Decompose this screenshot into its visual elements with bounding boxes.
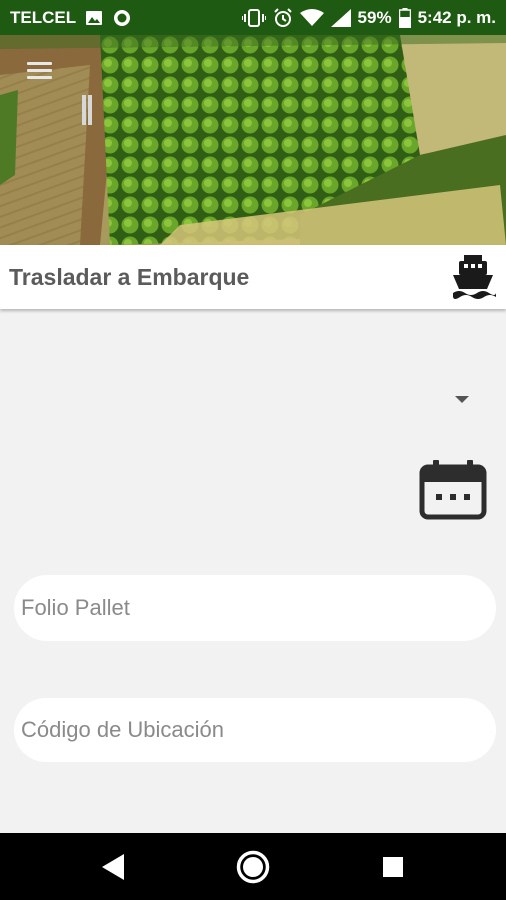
recents-icon[interactable] [353, 833, 433, 900]
battery-icon [398, 7, 411, 28]
home-icon[interactable] [213, 833, 293, 900]
navigation-bar [0, 833, 506, 900]
back-icon[interactable] [73, 833, 153, 900]
battery-label: 59% [357, 7, 392, 27]
folio-pallet-input[interactable] [14, 575, 496, 641]
alarm-icon [273, 7, 293, 28]
carrier-label: TELCEL [10, 7, 77, 27]
sync-icon [112, 8, 132, 28]
calendar-icon[interactable] [419, 460, 487, 520]
signal-icon [330, 8, 351, 27]
clock: 5:42 p. m. [417, 7, 496, 27]
dropdown-arrow-icon [455, 396, 469, 403]
page-title: Trasladar a Embarque [9, 263, 250, 290]
status-bar: TELCEL 59% 5:42 p. m. [0, 0, 506, 35]
image-icon [85, 9, 103, 27]
wifi-icon [299, 8, 324, 27]
codigo-ubicacion-input[interactable] [14, 698, 496, 762]
menu-button[interactable] [24, 59, 56, 83]
ship-icon [450, 253, 496, 301]
header-image [0, 35, 506, 245]
dropdown-select[interactable] [20, 375, 486, 423]
title-bar: Trasladar a Embarque [0, 245, 506, 309]
vibrate-icon [241, 8, 266, 27]
